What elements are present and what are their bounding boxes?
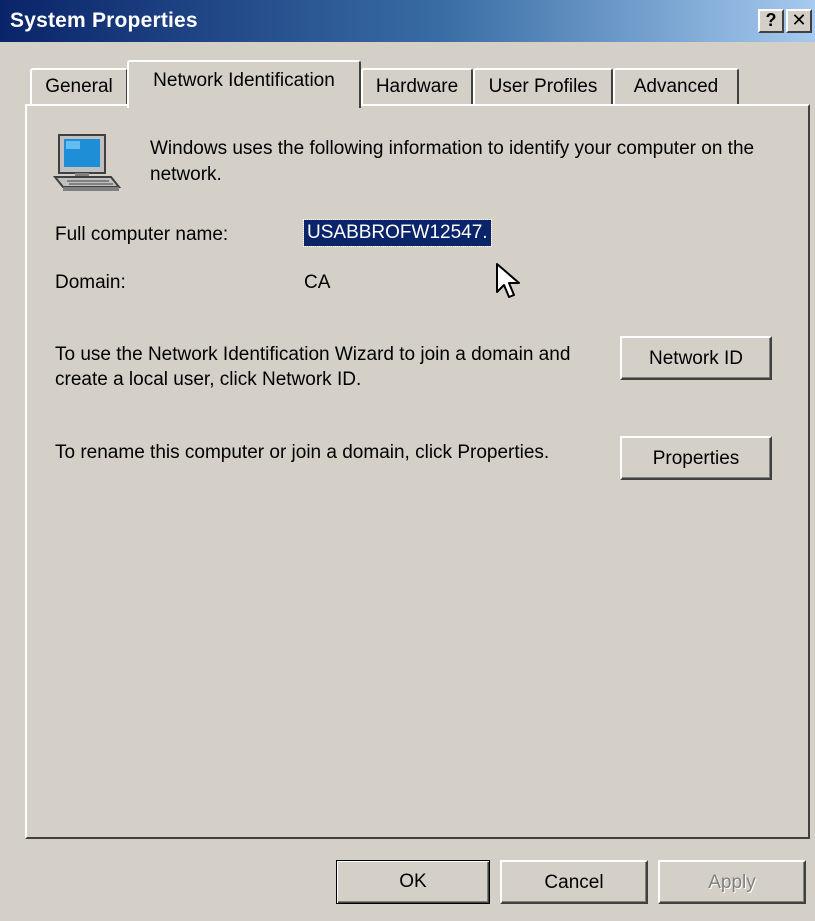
ok-button[interactable]: OK (336, 860, 490, 904)
system-properties-dialog: System Properties ? ✕ General Hardware U… (0, 0, 815, 921)
tab-strip: General Hardware User Profiles Advanced … (0, 60, 815, 108)
domain-value: CA (304, 272, 331, 293)
window-title: System Properties (10, 9, 198, 32)
full-computer-name-value[interactable]: USABBROFW12547. (303, 219, 492, 247)
tab-advanced[interactable]: Advanced (613, 68, 739, 106)
tab-user-profiles[interactable]: User Profiles (473, 68, 613, 106)
properties-description: To rename this computer or join a domain… (55, 442, 550, 463)
cancel-button[interactable]: Cancel (500, 860, 648, 904)
tab-general[interactable]: General (30, 68, 128, 106)
network-id-button[interactable]: Network ID (620, 336, 772, 380)
apply-button: Apply (658, 860, 806, 904)
help-button[interactable]: ? (758, 9, 784, 33)
properties-button[interactable]: Properties (620, 436, 772, 480)
close-button[interactable]: ✕ (786, 9, 812, 33)
tab-network-identification[interactable]: Network Identification (127, 60, 361, 108)
intro-text: Windows uses the following information t… (150, 138, 755, 185)
computer-icon (53, 134, 122, 191)
mouse-cursor-icon (496, 263, 520, 298)
tab-hardware[interactable]: Hardware (361, 68, 473, 106)
domain-label: Domain: (55, 272, 126, 293)
full-computer-name-label: Full computer name: (55, 224, 229, 245)
title-bar[interactable]: System Properties ? ✕ (0, 0, 815, 42)
network-id-description: To use the Network Identification Wizard… (55, 344, 571, 390)
